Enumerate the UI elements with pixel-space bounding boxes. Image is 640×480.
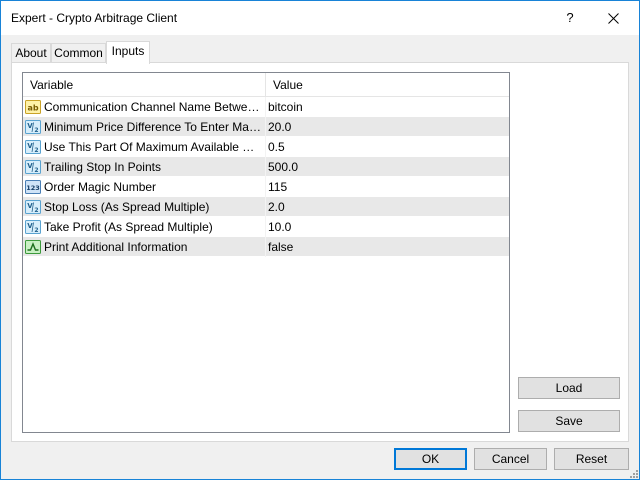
tab-common[interactable]: Common (51, 43, 106, 63)
variable-name: Stop Loss (As Spread Multiple) (44, 200, 210, 214)
cell-divider (265, 237, 266, 257)
tab-about[interactable]: About (11, 43, 51, 63)
cell-divider (265, 197, 266, 217)
reset-button[interactable]: Reset (554, 448, 629, 470)
table-row[interactable]: V 2 Take Profit (As Spread Multiple) 10.0 (23, 217, 509, 237)
variable-value[interactable]: 10.0 (268, 217, 506, 237)
variable-name: Take Profit (As Spread Multiple) (44, 220, 213, 234)
title-bar[interactable]: Expert - Crypto Arbitrage Client ? (1, 1, 639, 35)
integer-123-icon: 123 (25, 179, 41, 195)
variable-value[interactable]: 115 (268, 177, 506, 197)
svg-text:2: 2 (34, 127, 38, 134)
grid-header: Variable Value (23, 73, 509, 97)
cell-divider (265, 177, 266, 197)
close-icon (607, 12, 619, 24)
variable-name: Order Magic Number (44, 180, 157, 194)
variable-name: Trailing Stop In Points (44, 160, 161, 174)
cell-divider (265, 157, 266, 177)
variable-value[interactable]: false (268, 237, 506, 257)
window-title: Expert - Crypto Arbitrage Client (11, 11, 178, 25)
table-row[interactable]: 123 Order Magic Number 115 (23, 177, 509, 197)
double-value-icon: V2 (25, 159, 41, 175)
variable-value[interactable]: 0.5 (268, 137, 506, 157)
table-row[interactable]: V 2 Use This Part Of Maximum Available Ris… (23, 137, 509, 157)
save-button[interactable]: Save (518, 410, 620, 432)
variable-value[interactable]: 500.0 (268, 157, 506, 177)
cell-divider (265, 137, 266, 157)
cell-divider (265, 217, 266, 237)
svg-text:ab: ab (27, 104, 38, 113)
cell-divider (265, 117, 266, 137)
column-header-value[interactable]: Value (266, 73, 509, 97)
load-button[interactable]: Load (518, 377, 620, 399)
table-row[interactable]: Print Additional Information false (23, 237, 509, 257)
variable-value[interactable]: bitcoin (268, 97, 506, 117)
variable-name: Use This Part Of Maximum Available Risk (44, 140, 262, 154)
svg-text:2: 2 (34, 227, 38, 234)
svg-text:2: 2 (34, 207, 38, 214)
inputs-grid[interactable]: Variable Value ab Communication Channel N… (22, 72, 510, 433)
ok-button[interactable]: OK (394, 448, 467, 470)
cell-divider (265, 97, 266, 117)
resize-grip-icon[interactable] (629, 469, 639, 479)
svg-text:123: 123 (26, 184, 40, 192)
column-header-variable[interactable]: Variable (23, 73, 265, 97)
cancel-button[interactable]: Cancel (474, 448, 547, 470)
svg-text:2: 2 (34, 147, 38, 154)
close-button[interactable] (593, 5, 633, 31)
variable-name: Print Additional Information (44, 240, 188, 254)
table-row[interactable]: V 2 Stop Loss (As Spread Multiple) 2.0 (23, 197, 509, 217)
double-value-icon: V2 (25, 199, 41, 215)
table-row[interactable]: ab Communication Channel Name Between Cli… (23, 97, 509, 117)
boolean-icon (25, 239, 41, 255)
double-value-icon: V2 (25, 219, 41, 235)
tab-inputs[interactable]: Inputs (106, 41, 150, 64)
help-button[interactable]: ? (553, 5, 587, 31)
double-value-icon: V2 (25, 139, 41, 155)
svg-text:2: 2 (34, 167, 38, 174)
ab-string-icon: ab (25, 99, 41, 115)
variable-value[interactable]: 2.0 (268, 197, 506, 217)
table-row[interactable]: V 2 Trailing Stop In Points 500.0 (23, 157, 509, 177)
variable-value[interactable]: 20.0 (268, 117, 506, 137)
double-value-icon: V2 (25, 119, 41, 135)
variable-name: Minimum Price Difference To Enter Market (44, 120, 262, 134)
variable-name: Communication Channel Name Between Clien… (44, 100, 262, 114)
table-row[interactable]: V 2 Minimum Price Difference To Enter Mark… (23, 117, 509, 137)
dialog-window: Expert - Crypto Arbitrage Client ? About… (0, 0, 640, 480)
